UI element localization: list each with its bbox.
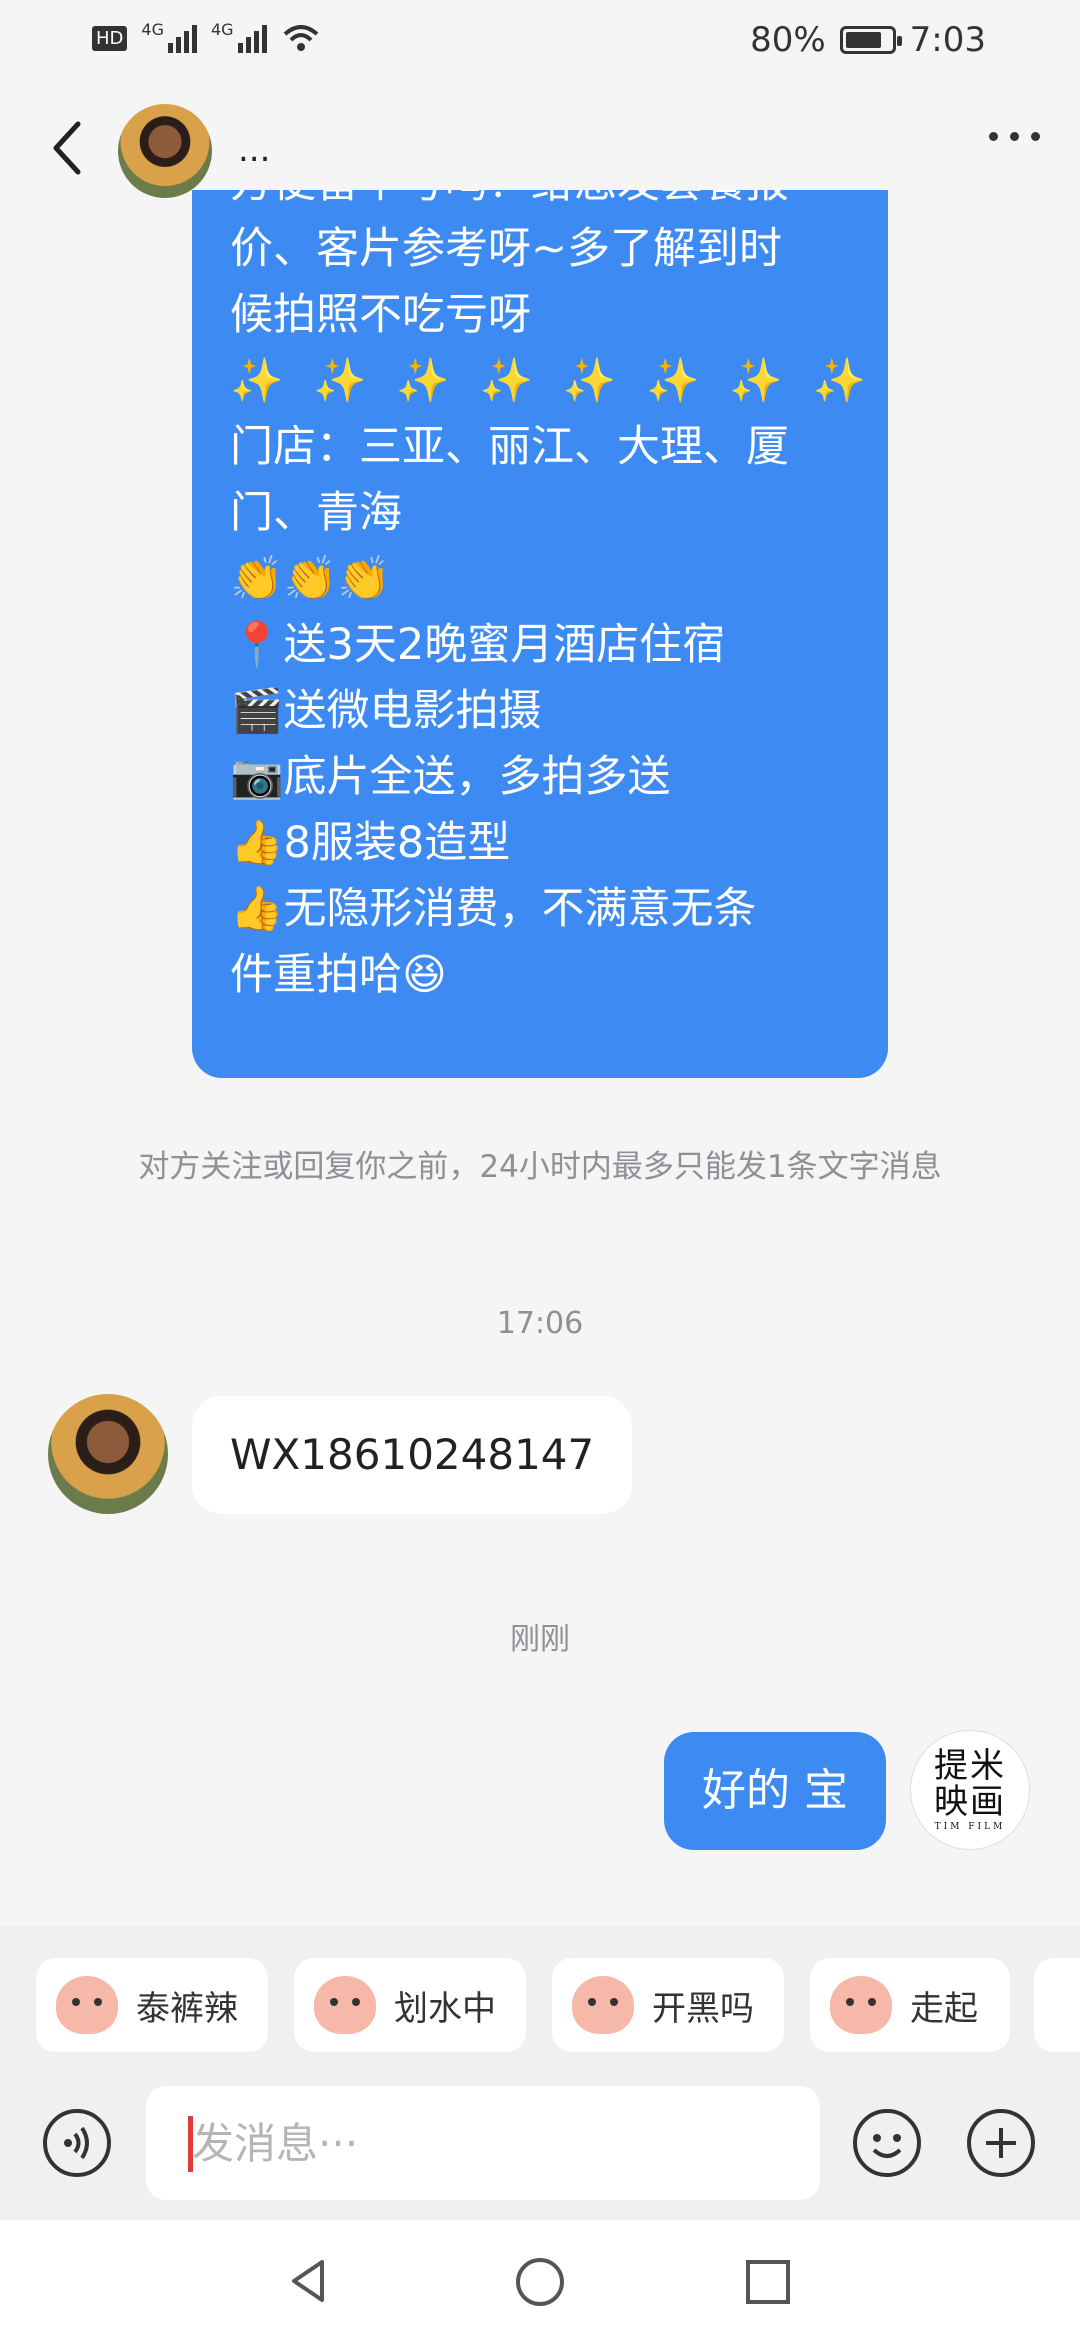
sticker-face-icon xyxy=(56,1976,118,2034)
signal-bars-icon xyxy=(167,23,197,53)
status-left: HD 4G 4G xyxy=(92,20,321,54)
battery-fill xyxy=(845,32,881,48)
wifi-icon xyxy=(283,25,318,51)
message-line: 门、青海 xyxy=(230,488,402,538)
message-line: 📷底片全送，多拍多送 xyxy=(230,752,671,802)
sticker-label: 开黑吗 xyxy=(652,1988,754,2029)
message-line: ✨ ✨ ✨ ✨ ✨ ✨ ✨ ✨ xyxy=(230,356,874,406)
sticker-label: 划水中 xyxy=(394,1988,496,2029)
status-right: 80% 7:03 xyxy=(750,20,986,60)
message-bubble-wx: WX18610248147 xyxy=(192,1396,633,1514)
sticker-chip-5[interactable] xyxy=(1034,1958,1080,2052)
timestamp-1: 17:06 xyxy=(496,1306,584,1341)
sticker-chip-1[interactable]: 泰裤辣 xyxy=(36,1958,268,2052)
message-line: 门店：三亚、丽江、大理、厦 xyxy=(230,422,789,472)
message-line: 价、客片参考呀~多了解到时 xyxy=(230,224,783,274)
sticker-face-icon xyxy=(572,1976,634,2034)
emoji-icon[interactable] xyxy=(852,2108,922,2178)
triangle-back-icon[interactable] xyxy=(284,2256,334,2306)
battery-percent: 80% xyxy=(750,20,826,60)
message-line: 件重拍哈😆 xyxy=(230,950,447,1000)
message-line: 👍无隐形消费，不满意无条 xyxy=(230,884,757,934)
text-caret xyxy=(188,2116,193,2172)
hd-badge: HD xyxy=(92,25,128,51)
message-line: 候拍照不吃亏呀 xyxy=(230,290,531,340)
contact-avatar[interactable] xyxy=(118,104,212,198)
message-line: 方便留个号吗？给您发套餐报 xyxy=(230,190,858,216)
signal-1: 4G xyxy=(141,20,197,53)
sticker-face-icon xyxy=(314,1976,376,2034)
timestamp-2: 刚刚 xyxy=(510,1622,570,1657)
my-avatar-logo[interactable]: 提米 映画 TIM FILM xyxy=(910,1730,1030,1850)
system-nav-bar xyxy=(0,2220,1080,2340)
battery-icon xyxy=(839,26,902,54)
sender-avatar[interactable] xyxy=(48,1394,168,1514)
sticker-suggestions: 泰裤辣 划水中 开黑吗 走起 xyxy=(0,1926,1080,2096)
status-time: 7:03 xyxy=(909,20,986,60)
contact-name[interactable]: ... xyxy=(238,130,270,170)
message-line: 📍送3天2晚蜜月酒店住宿 xyxy=(230,620,726,670)
status-bar: HD 4G 4G 80% 7:03 xyxy=(0,0,1080,86)
plus-icon[interactable] xyxy=(966,2108,1036,2178)
sticker-chip-3[interactable]: 开黑吗 xyxy=(552,1958,784,2052)
sticker-label: 泰裤辣 xyxy=(136,1988,238,2029)
sticker-chip-2[interactable]: 划水中 xyxy=(294,1958,526,2052)
logo-text: 提米 映画 xyxy=(934,1746,1006,1822)
voice-icon[interactable] xyxy=(42,2108,112,2178)
sticker-chip-4[interactable]: 走起 xyxy=(810,1958,1010,2052)
signal-bars-icon xyxy=(237,23,267,53)
back-chevron-icon[interactable] xyxy=(48,118,88,178)
message-bubble-long: 方便留个号吗？给您发套餐报价、客片参考呀~多了解到时候拍照不吃亏呀 ✨ ✨ ✨ ✨… xyxy=(192,190,888,1078)
message-line: 👍8服装8造型 xyxy=(230,818,511,868)
circle-home-icon[interactable] xyxy=(514,2256,566,2308)
message-input[interactable] xyxy=(146,2086,820,2200)
send-limit-notice: 对方关注或回复你之前，24小时内最多只能发1条文字消息 xyxy=(138,1149,942,1185)
sticker-label: 走起 xyxy=(910,1988,978,2029)
message-line: 🎬送微电影拍摄 xyxy=(230,686,542,736)
sticker-face-icon xyxy=(830,1976,892,2034)
square-recent-icon[interactable] xyxy=(744,2258,792,2306)
message-bubble-reply: 好的 宝 xyxy=(664,1732,886,1850)
more-dots-icon[interactable] xyxy=(989,132,1040,141)
signal-2: 4G xyxy=(211,20,267,53)
message-line: 👏👏👏 xyxy=(230,554,391,604)
logo-sub: TIM FILM xyxy=(934,1822,1006,1832)
